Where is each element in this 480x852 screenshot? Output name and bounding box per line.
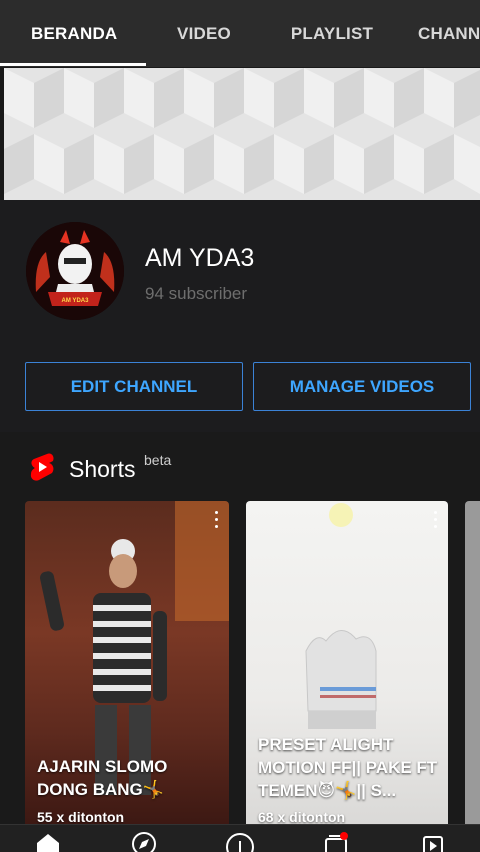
notification-dot [340, 832, 348, 840]
subscriptions-icon[interactable] [321, 831, 351, 852]
channel-tabs: BERANDA VIDEO PLAYLIST CHANN [0, 0, 480, 68]
more-options-icon[interactable] [432, 511, 438, 531]
short-views: 68 x ditonton [258, 809, 346, 825]
short-title: AJARIN SLOMO DONG BANG🤸 [37, 757, 168, 799]
channel-header: AM YDA3 AM YDA3 94 subscriber EDIT CHANN… [0, 200, 480, 432]
explore-icon[interactable] [129, 831, 159, 852]
tab-playlist[interactable]: PLAYLIST [262, 0, 402, 67]
short-card[interactable] [465, 501, 480, 831]
short-views: 55 x ditonton [37, 809, 125, 825]
shorts-shelf: Shorts beta AJARIN SLOMO DONG BANG🤸 55 x… [0, 432, 480, 831]
short-card[interactable]: AJARIN SLOMO DONG BANG🤸 55 x ditonton [25, 501, 229, 831]
shorts-title: Shorts [69, 456, 136, 482]
channel-avatar[interactable]: AM YDA3 [26, 222, 124, 320]
short-card[interactable]: PRESET ALIGHT MOTION FF|| PAKE FT TEMEN😈… [246, 501, 448, 831]
short-title: PRESET ALIGHT MOTION FF|| PAKE FT TEMEN😈… [258, 735, 438, 800]
channel-name: AM YDA3 [145, 244, 255, 272]
bottom-nav [0, 824, 480, 852]
shorts-beta-badge: beta [144, 452, 172, 468]
tab-beranda[interactable]: BERANDA [0, 0, 146, 67]
library-icon[interactable] [417, 831, 447, 852]
home-icon[interactable] [33, 831, 63, 852]
tab-channels[interactable]: CHANN [402, 0, 480, 67]
edit-channel-button[interactable]: EDIT CHANNEL [25, 362, 243, 411]
manage-videos-button[interactable]: MANAGE VIDEOS [253, 362, 471, 411]
subscriber-count: 94 subscriber [145, 284, 248, 303]
tab-video[interactable]: VIDEO [146, 0, 262, 67]
more-options-icon[interactable] [213, 511, 219, 531]
shorts-logo-icon [30, 453, 54, 481]
create-icon[interactable] [225, 831, 255, 852]
avatar-badge-text: AM YDA3 [62, 298, 90, 304]
channel-banner [4, 68, 480, 200]
